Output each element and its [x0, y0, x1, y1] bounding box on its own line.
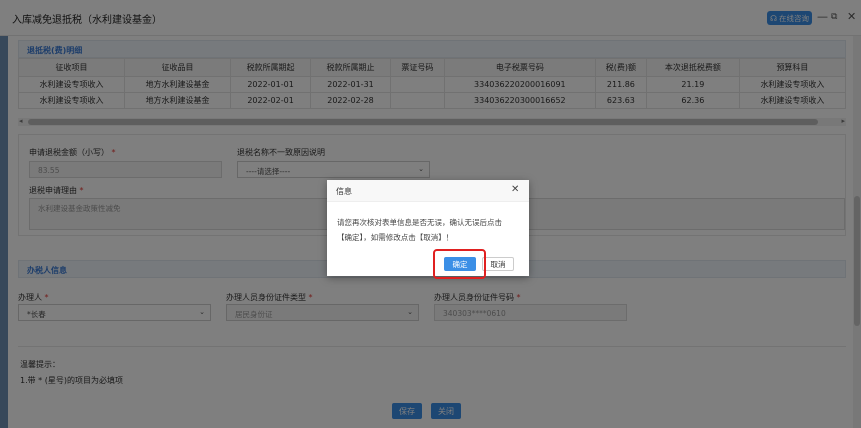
- dialog-message-line2: 【确定】，如需修改点击【取消】！: [337, 233, 454, 242]
- dialog-message-line1: 请您再次核对表单信息是否无误，确认无误后点击: [337, 218, 502, 227]
- dialog-header: 信息 ✕: [327, 180, 529, 202]
- cancel-button[interactable]: 取消: [482, 257, 514, 271]
- close-icon[interactable]: ✕: [511, 184, 519, 196]
- dialog-title: 信息: [336, 187, 352, 196]
- confirm-dialog: 信息 ✕ 请您再次核对表单信息是否无误，确认无误后点击 【确定】，如需修改点击【…: [327, 180, 529, 276]
- confirm-highlight-box: [433, 249, 486, 279]
